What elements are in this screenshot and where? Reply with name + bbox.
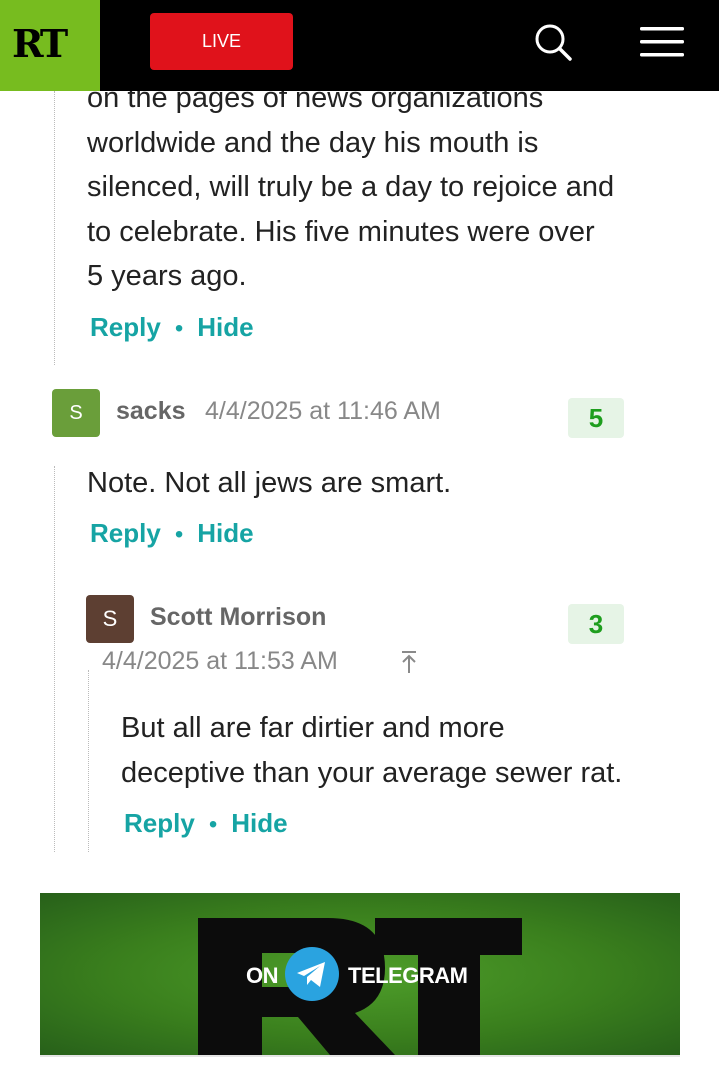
hamburger-menu-icon[interactable] (638, 25, 686, 59)
avatar[interactable]: S (86, 595, 134, 643)
comment-text: Note. Not all jews are smart. (87, 461, 707, 506)
live-button[interactable]: LIVE (150, 13, 293, 70)
telegram-icon (285, 947, 339, 1001)
comment-author[interactable]: Scott Morrison (150, 603, 326, 632)
rt-telegram-banner[interactable]: ON TELEGRAM (40, 893, 680, 1055)
comment-actions: Reply • Hide (90, 518, 254, 549)
separator-dot: • (208, 811, 218, 838)
reply-button[interactable]: Reply (90, 312, 161, 342)
hide-button[interactable]: Hide (197, 312, 253, 342)
rt-logo-text: RT (12, 21, 68, 66)
rt-logo[interactable]: RT (0, 0, 100, 91)
thread-line (88, 670, 89, 852)
search-icon[interactable] (533, 22, 573, 62)
go-to-parent-icon[interactable] (399, 649, 419, 675)
reply-button[interactable]: Reply (90, 518, 161, 548)
thread-line (54, 91, 55, 365)
avatar[interactable]: S (52, 389, 100, 437)
reply-button[interactable]: Reply (124, 808, 195, 838)
comments-section: on the pages of news organizations world… (0, 0, 719, 1082)
banner-on-label: ON (246, 963, 279, 988)
separator-dot: • (174, 315, 184, 342)
comment-date[interactable]: 4/4/2025 at 11:53 AM (102, 647, 338, 676)
comment-text: on the pages of news organizations world… (87, 76, 707, 299)
vote-score[interactable]: 5 (568, 398, 624, 438)
top-navigation-bar: RT LIVE (0, 0, 719, 91)
comment-line: to celebrate. His five minutes were over (87, 215, 595, 248)
thread-line (54, 466, 55, 852)
comment-author[interactable]: sacks (116, 397, 186, 426)
comment-actions: Reply • Hide (90, 312, 254, 343)
comment-date[interactable]: 4/4/2025 at 11:46 AM (205, 397, 441, 426)
hide-button[interactable]: Hide (197, 518, 253, 548)
comment-text: But all are far dirtier and more decepti… (121, 706, 711, 795)
comment-line: But all are far dirtier and more (121, 712, 505, 744)
vote-score[interactable]: 3 (568, 604, 624, 644)
comment-line: worldwide and the day his mouth is (87, 126, 539, 159)
separator-dot: • (174, 521, 184, 548)
comment-line: silenced, will truly be a day to rejoice… (87, 171, 615, 203)
comment-line: Note. Not all jews are smart. (87, 467, 452, 499)
comment-line: 5 years ago. (87, 260, 247, 292)
comment-actions: Reply • Hide (124, 808, 288, 839)
comment-line: deceptive than your average sewer rat. (121, 756, 623, 789)
hide-button[interactable]: Hide (231, 808, 287, 838)
banner-telegram-label: TELEGRAM (348, 963, 468, 988)
divider (40, 1055, 680, 1057)
